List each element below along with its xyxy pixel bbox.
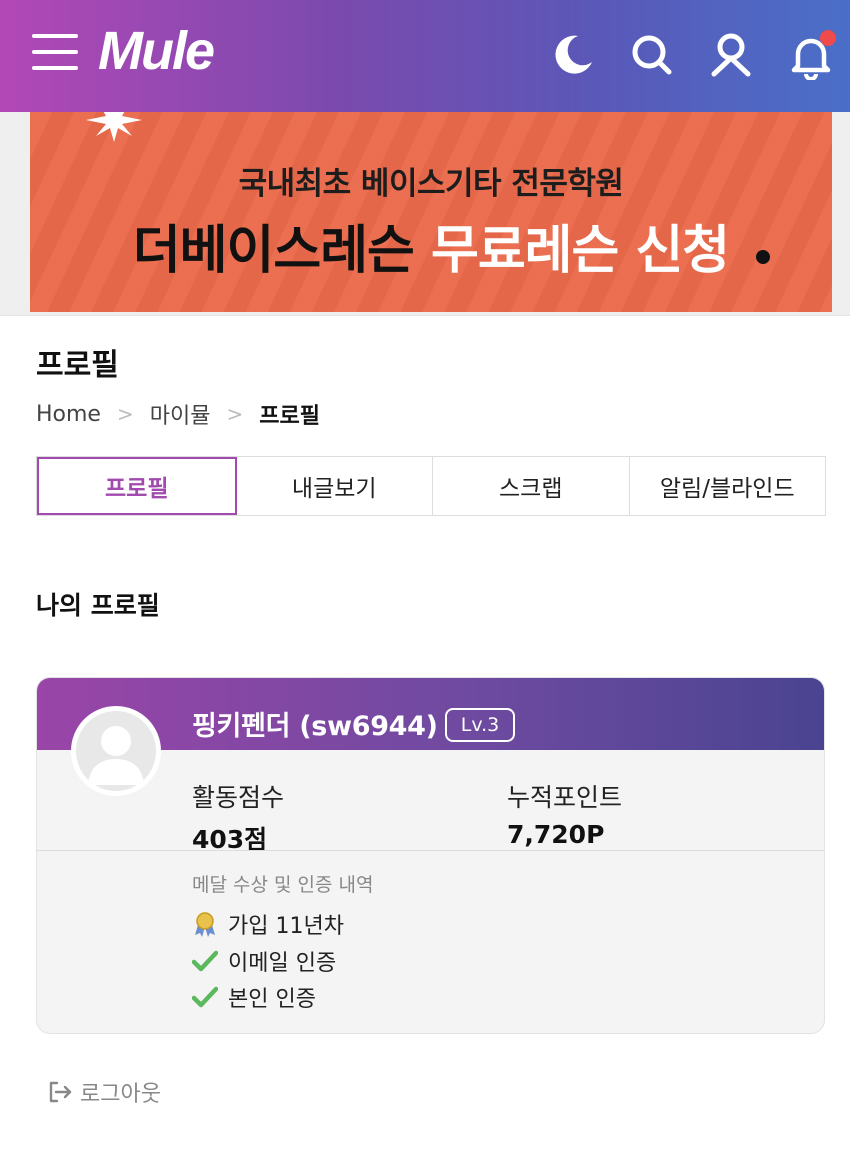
points-label: 누적포인트 bbox=[507, 783, 623, 812]
banner-area: 국내최초 베이스기타 전문학원 더베이스레슨 무료레슨 신청 bbox=[0, 112, 850, 316]
top-header: Mule bbox=[0, 0, 850, 112]
tab-my-posts[interactable]: 내글보기 bbox=[237, 457, 433, 515]
chevron-right-icon: > bbox=[116, 402, 134, 426]
points-value: 7,720P bbox=[507, 820, 605, 849]
medal-history-title: 메달 수상 및 인증 내역 bbox=[192, 874, 374, 896]
avatar-placeholder-icon bbox=[88, 726, 144, 785]
medal-item: 가입 11년차 bbox=[192, 908, 344, 940]
logout-icon bbox=[49, 1081, 72, 1103]
banner-headline-brand: 더베이스레슨 bbox=[132, 221, 415, 281]
profile-username: 핑키펜더 (sw6944) bbox=[192, 711, 438, 742]
card-divider bbox=[37, 850, 824, 851]
chevron-right-icon: > bbox=[226, 402, 244, 426]
logout-label: 로그아웃 bbox=[80, 1082, 161, 1107]
medal-label: 가입 11년차 bbox=[228, 914, 344, 939]
breadcrumb-current: 프로필 bbox=[259, 404, 320, 429]
check-icon bbox=[191, 948, 219, 974]
breadcrumb-mymule[interactable]: 마이뮬 bbox=[150, 398, 211, 430]
tab-notifications-blind[interactable]: 알림/블라인드 bbox=[630, 457, 826, 515]
avatar[interactable] bbox=[71, 706, 161, 796]
moon-icon[interactable] bbox=[548, 30, 598, 80]
site-logo[interactable]: Mule bbox=[98, 20, 215, 82]
starburst-icon bbox=[86, 112, 142, 142]
medal-label: 본인 인증 bbox=[228, 987, 316, 1012]
bell-icon[interactable] bbox=[786, 30, 836, 81]
promo-banner[interactable]: 국내최초 베이스기타 전문학원 더베이스레슨 무료레슨 신청 bbox=[30, 112, 832, 312]
tab-profile[interactable]: 프로필 bbox=[37, 457, 237, 515]
medal-icon bbox=[192, 911, 218, 937]
banner-subtitle: 국내최초 베이스기타 전문학원 bbox=[238, 166, 624, 202]
search-icon[interactable] bbox=[626, 30, 676, 80]
section-title: 나의 프로필 bbox=[36, 591, 160, 620]
page-title: 프로필 bbox=[36, 348, 119, 383]
profile-card: 핑키펜더 (sw6944) Lv.3 활동점수 403점 누적포인트 7,720… bbox=[36, 677, 825, 1034]
medal-item: 이메일 인증 bbox=[191, 945, 337, 977]
banner-headline: 더베이스레슨 무료레슨 신청 bbox=[30, 208, 832, 283]
breadcrumb-home[interactable]: Home bbox=[36, 402, 101, 427]
breadcrumb: Home > 마이뮬 > 프로필 bbox=[36, 398, 320, 430]
logout-button[interactable]: 로그아웃 bbox=[46, 1076, 161, 1108]
banner-headline-offer: 무료레슨 신청 bbox=[431, 221, 730, 281]
notification-badge bbox=[820, 30, 836, 46]
medal-label: 이메일 인증 bbox=[228, 951, 337, 976]
menu-icon[interactable] bbox=[32, 34, 78, 74]
activity-score-label: 활동점수 bbox=[192, 783, 285, 812]
profile-tabs: 프로필 내글보기 스크랩 알림/블라인드 bbox=[36, 456, 826, 516]
check-icon bbox=[191, 984, 219, 1010]
tab-scrap[interactable]: 스크랩 bbox=[433, 457, 630, 515]
user-icon[interactable] bbox=[706, 30, 756, 80]
medal-item: 본인 인증 bbox=[191, 981, 316, 1013]
level-badge: Lv.3 bbox=[445, 708, 515, 742]
